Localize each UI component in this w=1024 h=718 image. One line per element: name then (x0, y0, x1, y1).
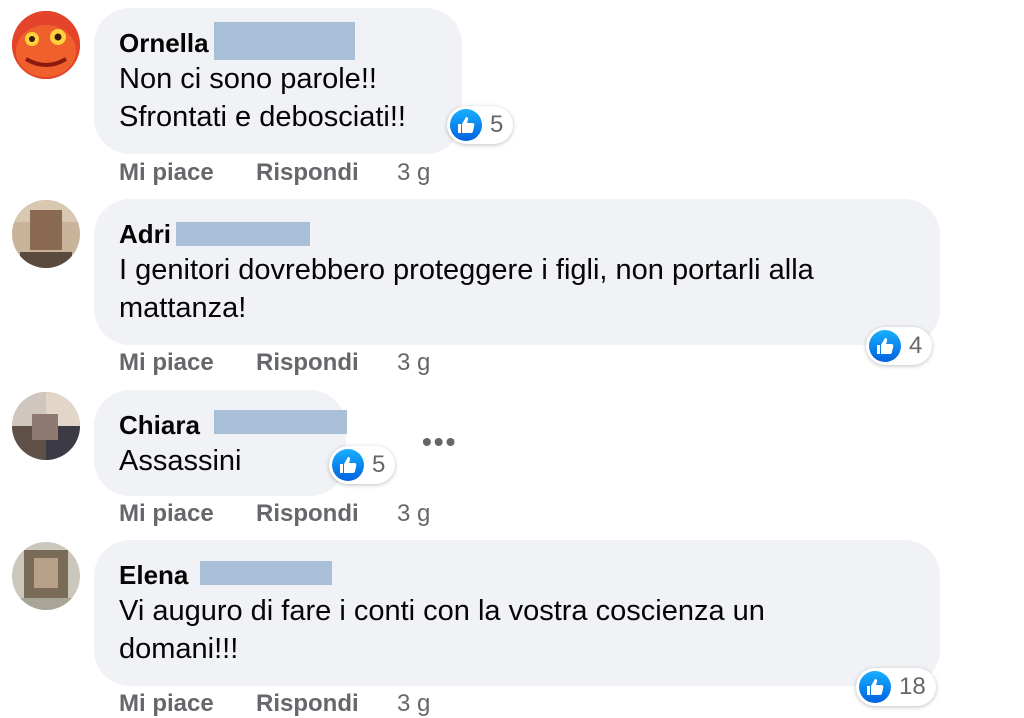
comment-text-line: I genitori dovrebbero proteggere i figli… (119, 254, 814, 286)
timestamp[interactable]: 3 g (397, 159, 430, 187)
comment-text-line: domani!!! (119, 633, 239, 665)
comment-text-line: Vi auguro di fare i conti con la vostra … (119, 595, 765, 627)
redacted-name (176, 222, 310, 246)
timestamp[interactable]: 3 g (397, 349, 430, 377)
more-options-icon[interactable]: ••• (422, 426, 457, 458)
like-button[interactable]: Mi piace (119, 690, 214, 718)
comment-author[interactable]: Adri (119, 219, 171, 250)
comment-author[interactable]: Chiara (119, 410, 200, 441)
reaction-number: 5 (490, 111, 504, 138)
avatar-image (12, 11, 80, 79)
reply-button[interactable]: Rispondi (256, 500, 359, 528)
reaction-count[interactable]: 5 (329, 446, 396, 484)
timestamp[interactable]: 3 g (397, 500, 430, 528)
avatar[interactable] (12, 11, 80, 79)
reaction-count[interactable]: 5 (447, 106, 514, 144)
comment-author[interactable]: Ornella (119, 28, 209, 59)
thumbs-up-icon (332, 449, 364, 481)
timestamp[interactable]: 3 g (397, 690, 430, 718)
reaction-count[interactable]: 18 (856, 668, 936, 706)
comment-text-line: Sfrontati e debosciati!! (119, 101, 406, 133)
reaction-number: 4 (909, 332, 923, 359)
redacted-name (214, 410, 347, 434)
reaction-number: 5 (372, 451, 386, 478)
comment-author[interactable]: Elena (119, 560, 188, 591)
reply-button[interactable]: Rispondi (256, 690, 359, 718)
comment-text-line: Non ci sono parole!! (119, 63, 377, 95)
avatar[interactable] (12, 200, 80, 268)
comment-text-line: mattanza! (119, 292, 247, 324)
avatar-image (12, 392, 80, 460)
like-button[interactable]: Mi piace (119, 500, 214, 528)
like-button[interactable]: Mi piace (119, 349, 214, 377)
avatar-image (12, 200, 80, 268)
comment-text-line: Assassini (119, 445, 242, 477)
avatar-image (12, 542, 80, 610)
redacted-name (214, 22, 355, 60)
redacted-name (200, 561, 332, 585)
avatar[interactable] (12, 392, 80, 460)
avatar[interactable] (12, 542, 80, 610)
reply-button[interactable]: Rispondi (256, 349, 359, 377)
thumbs-up-icon (869, 330, 901, 362)
reply-button[interactable]: Rispondi (256, 159, 359, 187)
reaction-count[interactable]: 4 (866, 327, 933, 365)
thumbs-up-icon (450, 109, 482, 141)
thumbs-up-icon (859, 671, 891, 703)
like-button[interactable]: Mi piace (119, 159, 214, 187)
